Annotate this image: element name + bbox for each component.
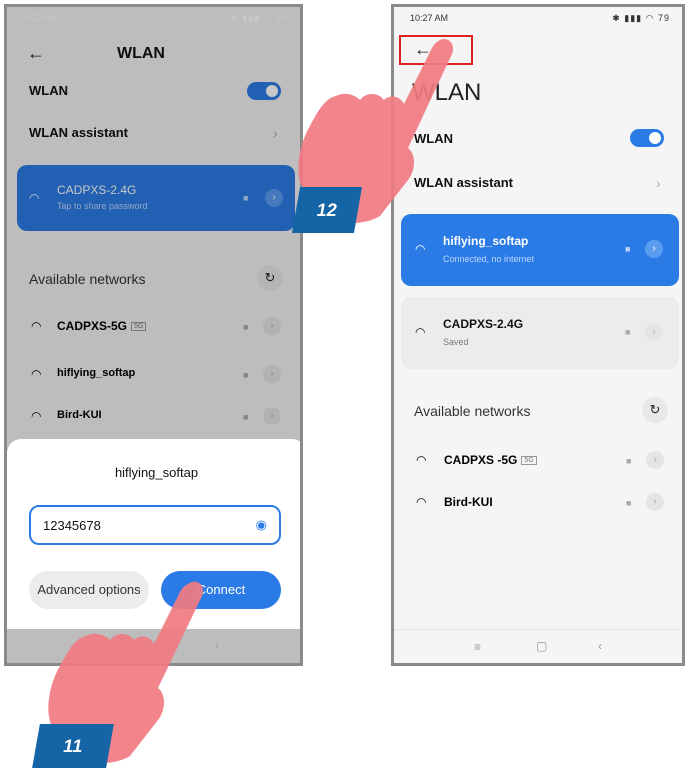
wifi-icon: ◠: [415, 325, 426, 339]
wifi-icon: ◠: [416, 453, 427, 467]
refresh-icon[interactable]: ↻: [642, 397, 668, 423]
lock-icon: ■: [626, 456, 632, 466]
lock-icon: ■: [626, 498, 632, 508]
network-detail-button[interactable]: ›: [646, 451, 664, 469]
status-icons: ✱ ▮▮▮ ◠ 79: [612, 13, 670, 23]
password-field[interactable]: 12345678 ◉: [29, 505, 281, 545]
wifi-icon: ◠: [416, 495, 427, 509]
back-icon[interactable]: ‹: [215, 638, 219, 652]
lock-icon: ■: [625, 244, 631, 254]
saved-network-card[interactable]: ◠ CADPXS-2.4G Saved ■ ›: [401, 297, 679, 369]
wlan-toggle[interactable]: [630, 129, 664, 147]
network-name: Bird-KUI: [444, 495, 493, 509]
password-value: 12345678: [43, 518, 101, 533]
step-tag: 11: [32, 724, 114, 768]
lock-icon: ■: [625, 327, 631, 337]
home-icon[interactable]: ▢: [536, 639, 547, 653]
left-phone-screen: 10:12 AM ✱ ▮▮▮ ◠ 80 ← WLAN WLAN WLAN ass…: [4, 4, 303, 666]
chevron-right-icon: ›: [656, 175, 661, 191]
back-icon[interactable]: ‹: [598, 639, 602, 653]
eye-icon[interactable]: ◉: [256, 517, 267, 533]
available-networks-title: Available networks: [414, 403, 531, 419]
step-tag: 12: [291, 187, 363, 233]
network-name: CADPXS -5G: [444, 453, 518, 467]
network-status: Connected, no internet: [443, 254, 535, 264]
network-name: hiflying_softap: [443, 234, 529, 248]
network-detail-button[interactable]: ›: [645, 323, 663, 341]
network-row[interactable]: ◠ Bird-KUI ■ ›: [394, 489, 682, 519]
dialog-title: hiflying_softap: [114, 465, 199, 480]
network-status: Saved: [443, 337, 469, 347]
menu-icon[interactable]: ≡: [474, 640, 481, 654]
network-detail-button[interactable]: ›: [646, 493, 664, 511]
nav-bar: ≡ ▢ ‹: [394, 629, 682, 663]
wifi-icon: ◠: [415, 242, 426, 256]
tutorial-figure: 10:12 AM ✱ ▮▮▮ ◠ 80 ← WLAN WLAN WLAN ass…: [0, 0, 689, 775]
band-badge: 5G: [521, 456, 537, 466]
status-time: 10:27 AM: [410, 13, 449, 23]
network-name: CADPXS-2.4G: [443, 317, 524, 331]
network-detail-button[interactable]: ›: [645, 240, 663, 258]
network-row[interactable]: ◠ CADPXS -5G 5G ■ ›: [394, 447, 682, 477]
